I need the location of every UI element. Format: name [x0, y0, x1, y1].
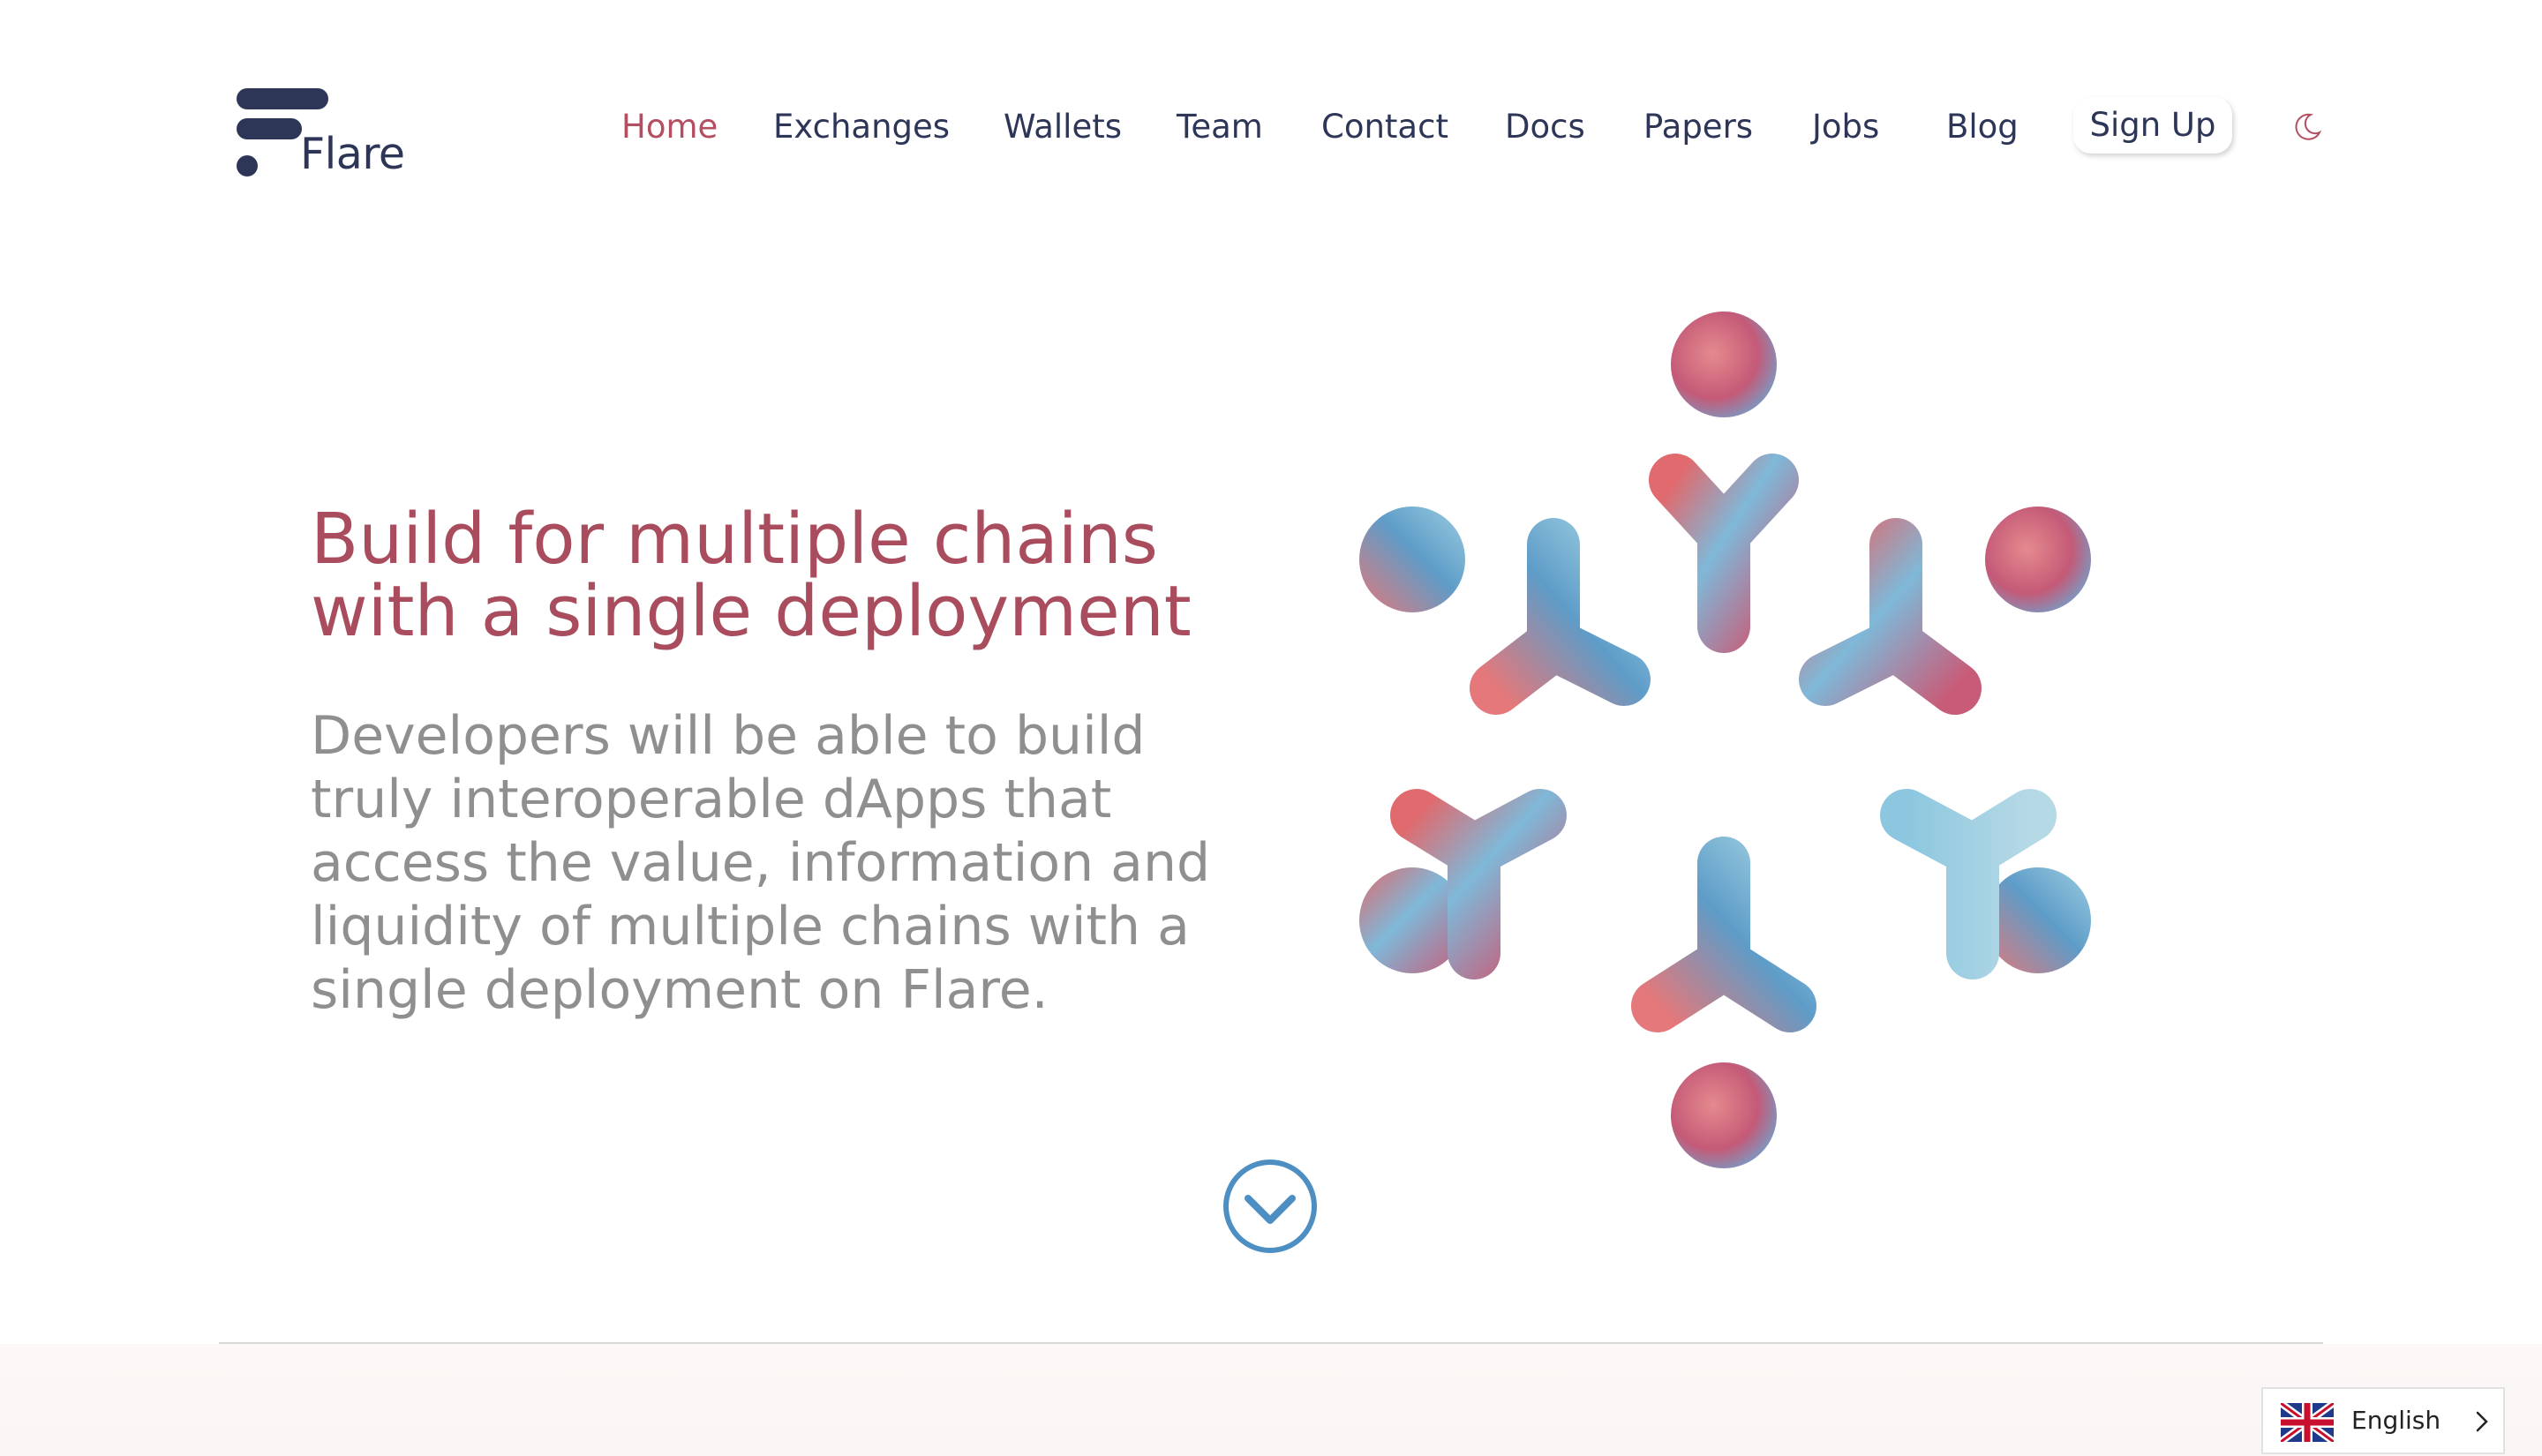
art-y-shape [1470, 518, 1651, 715]
art-y-shape [1799, 518, 1982, 715]
nav-item-papers[interactable]: Papers [1643, 104, 1753, 150]
chevron-right-icon [2476, 1411, 2488, 1432]
art-circle [1359, 507, 1465, 612]
nav-item-team[interactable]: Team [1177, 104, 1263, 150]
sign-up-button[interactable]: Sign Up [2073, 97, 2232, 154]
art-circle [1985, 867, 2091, 973]
art-y-shape [1631, 837, 1816, 1032]
moon-icon[interactable] [2291, 111, 2323, 143]
nav-item-jobs[interactable]: Jobs [1812, 104, 1879, 150]
nav-item-contact[interactable]: Contact [1321, 104, 1448, 150]
hero-headline-line-1: Build for multiple chains [311, 499, 1158, 580]
next-section-preview [0, 1344, 2542, 1456]
art-circle [1985, 507, 2091, 612]
hero-description: Developers will be able to build truly i… [311, 705, 1211, 1021]
nav-item-home[interactable]: Home [621, 104, 718, 150]
nav-item-blog[interactable]: Blog [1946, 104, 2019, 150]
nav-item-exchanges[interactable]: Exchanges [773, 104, 950, 150]
nav-item-docs[interactable]: Docs [1505, 104, 1585, 150]
chevron-down-circle-icon[interactable] [1222, 1158, 1319, 1255]
hero-headline-line-2: with a single deployment [311, 571, 1192, 652]
art-circle [1671, 1062, 1777, 1168]
language-label: English [2351, 1406, 2441, 1435]
language-selector[interactable]: English [2261, 1387, 2505, 1454]
hero-illustration [1359, 311, 2091, 1168]
uk-flag-icon [2281, 1403, 2334, 1442]
art-y-shape [1649, 454, 1799, 653]
hero-headline: Build for multiple chains with a single … [311, 503, 1282, 648]
nav-item-wallets[interactable]: Wallets [1004, 104, 1122, 150]
art-circle [1671, 311, 1777, 417]
